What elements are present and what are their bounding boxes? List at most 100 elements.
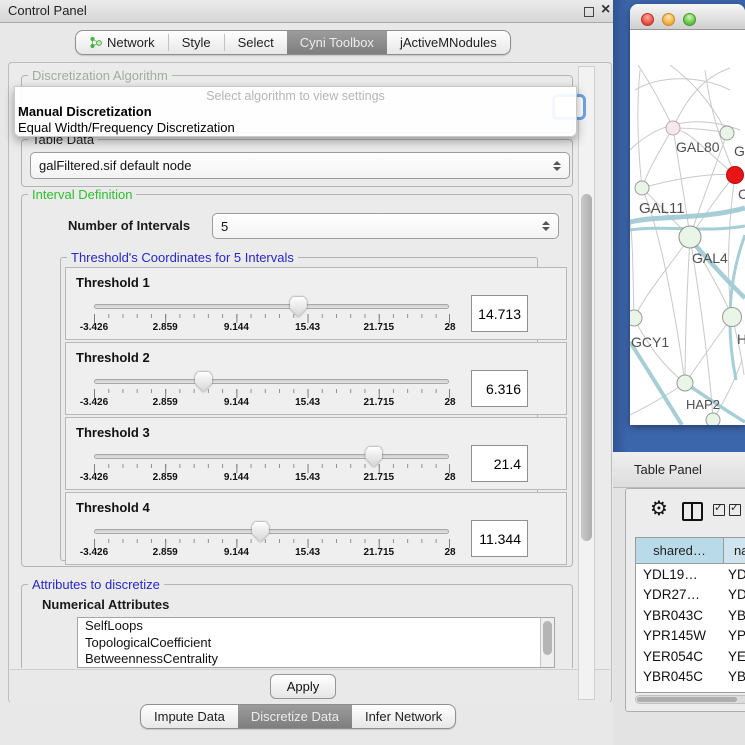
table-data-combobox[interactable]: galFiltered.sif default node [30, 152, 570, 179]
threshold-value-field[interactable]: 11.344 [471, 520, 528, 557]
algorithm-group-title: Discretization Algorithm [28, 68, 172, 83]
tab-network-label: Network [107, 35, 155, 50]
desktop-background: GAL80 GA C GAL11 GAL4 GCY1 H HAP2 Table … [613, 0, 745, 745]
table-panel-titlebar: Table Panel [613, 452, 745, 488]
tab-select[interactable]: Select [225, 31, 287, 54]
node-label-ga-fragment: GA [734, 143, 745, 159]
control-panel-scrollbar[interactable] [578, 66, 595, 700]
table-row[interactable]: YDR27…YDR2 [636, 585, 745, 606]
node-gal11 [635, 181, 649, 195]
node-red [727, 167, 744, 184]
control-panel: Control Panel × Network Style Select [0, 0, 613, 745]
table-data-combobox-value: galFiltered.sif default node [39, 158, 191, 173]
columns-icon[interactable] [682, 502, 703, 521]
node-bottom [706, 413, 720, 425]
table-panel: Table Panel ⚙ shared… na YDL19…YDL1 YDR2… [613, 452, 745, 745]
slider-track[interactable] [94, 529, 449, 534]
table-row[interactable]: YDL19…YDL1 [636, 564, 745, 585]
threshold-label: Threshold 3 [76, 425, 150, 440]
table-horizontal-scrollbar[interactable] [635, 695, 745, 704]
apply-button[interactable]: Apply [270, 674, 336, 699]
network-view-window: GAL80 GA C GAL11 GAL4 GCY1 H HAP2 [630, 4, 745, 425]
table-horizontal-scrollbar-thumb[interactable] [637, 697, 737, 702]
slider-track[interactable] [94, 379, 449, 384]
column-header-shared-name[interactable]: shared… [636, 538, 724, 563]
network-canvas[interactable]: GAL80 GA C GAL11 GAL4 GCY1 H HAP2 [630, 30, 745, 425]
checkbox-icon[interactable] [729, 504, 741, 516]
list-item[interactable]: SelfLoops [78, 618, 554, 635]
attributes-group: Attributes to discretize Numerical Attri… [21, 584, 573, 668]
list-item[interactable]: TopologicalCoefficient [78, 635, 554, 652]
threshold-panel: Threshold 4 -3.426 2.859 9.144 15.43 21.… [65, 492, 567, 565]
popup-item-manual-discretization[interactable]: Manual Discretization [18, 104, 152, 119]
slider-axis-labels: -3.426 2.859 9.144 15.43 21.715 28 [94, 547, 450, 559]
combo-stepper-icon [542, 221, 550, 231]
list-item[interactable]: BetweennessCentrality [78, 651, 554, 668]
network-icon [89, 36, 102, 49]
attributes-listbox: SelfLoops TopologicalCoefficient Between… [77, 617, 555, 668]
interval-definition-title: Interval Definition [28, 187, 136, 202]
slider-axis-labels: -3.426 2.859 9.144 15.43 21.715 28 [94, 322, 450, 334]
threshold-panel: Threshold 3 -3.426 2.859 9.144 15.43 21.… [65, 417, 567, 490]
table-row[interactable]: YER054CYERO [636, 646, 745, 667]
node-gal4 [679, 226, 701, 248]
tab-network[interactable]: Network [76, 31, 168, 54]
threshold-value-field[interactable]: 21.4 [471, 445, 528, 482]
threshold-value-field[interactable]: 6.316 [471, 370, 528, 407]
control-panel-titlebar: Control Panel × [0, 0, 613, 23]
threshold-label: Threshold 4 [76, 500, 150, 515]
node-label-c-fragment: C [738, 186, 745, 202]
network-window-titlebar [630, 4, 745, 30]
node-h [723, 308, 742, 327]
column-header-name[interactable]: na [724, 538, 745, 563]
popup-item-equal-width-frequency[interactable]: Equal Width/Frequency Discretization [18, 120, 235, 135]
slider-track[interactable] [94, 304, 449, 309]
table-row[interactable]: YBR045CYBRO [636, 667, 745, 688]
list-scrollbar[interactable] [540, 618, 554, 668]
mac-zoom-button[interactable] [683, 13, 696, 26]
cyni-panel: Discretization Algorithm Table Data galF… [8, 62, 612, 703]
tab-impute-data[interactable]: Impute Data [141, 705, 238, 728]
table-row[interactable]: YPR145WYPR1 [636, 626, 745, 647]
top-tab-bar: Network Style Select Cyni Toolbox jActiv… [75, 30, 511, 55]
threshold-panel: Threshold 2 -3.426 2.859 9.144 15.43 21.… [65, 342, 567, 415]
node-label-gcy1: GCY1 [631, 334, 669, 350]
apply-row: Apply [10, 669, 610, 703]
tab-style[interactable]: Style [169, 31, 224, 54]
num-intervals-combobox[interactable]: 5 [212, 213, 559, 239]
combo-stepper-icon [553, 161, 561, 171]
network-graph: GAL80 GA C GAL11 GAL4 GCY1 H HAP2 [630, 30, 745, 425]
slider-axis-labels: -3.426 2.859 9.144 15.43 21.715 28 [94, 397, 450, 409]
tab-jactivemnodules[interactable]: jActiveMNodules [387, 31, 510, 54]
float-window-icon[interactable] [584, 7, 594, 17]
control-panel-title: Control Panel [8, 3, 87, 18]
threshold-value-field[interactable]: 14.713 [471, 295, 528, 332]
bottom-tab-bar: Impute Data Discretize Data Infer Networ… [140, 704, 456, 729]
tab-infer-network[interactable]: Infer Network [352, 705, 455, 728]
mac-close-button[interactable] [641, 13, 654, 26]
node-label-hap2: HAP2 [686, 397, 720, 412]
node-gcy1 [630, 310, 642, 326]
checkbox-icon[interactable] [713, 504, 725, 516]
node-label-gal4: GAL4 [692, 250, 728, 266]
mac-minimize-button[interactable] [662, 13, 675, 26]
list-scrollbar-thumb[interactable] [543, 621, 552, 655]
tab-cyni-toolbox[interactable]: Cyni Toolbox [287, 31, 387, 54]
app-root: Control Panel × Network Style Select [0, 0, 745, 745]
algorithm-hint-text: Select algorithm to view settings [15, 89, 576, 103]
table-row[interactable]: YBL079WYBLO [636, 687, 745, 693]
algorithm-dropdown-popup: Select algorithm to view settings Manual… [14, 86, 577, 137]
table-data-group: Table Data galFiltered.sif default node [21, 139, 573, 187]
slider-track[interactable] [94, 454, 449, 459]
tab-discretize-data[interactable]: Discretize Data [238, 705, 352, 728]
node-hap2 [677, 375, 693, 391]
node-top-right [720, 126, 734, 140]
node-table: shared… na YDL19…YDL1 YDR27…YDR2 YBR043C… [635, 537, 745, 693]
threshold-label: Threshold 1 [76, 275, 150, 290]
close-icon[interactable]: × [601, 1, 610, 19]
gear-icon[interactable]: ⚙ [650, 499, 668, 519]
numerical-attributes-label: Numerical Attributes [42, 597, 169, 612]
num-intervals-label: Number of Intervals [68, 218, 190, 233]
table-row[interactable]: YBR043CYBRO [636, 605, 745, 626]
control-panel-scrollbar-thumb[interactable] [581, 194, 592, 541]
